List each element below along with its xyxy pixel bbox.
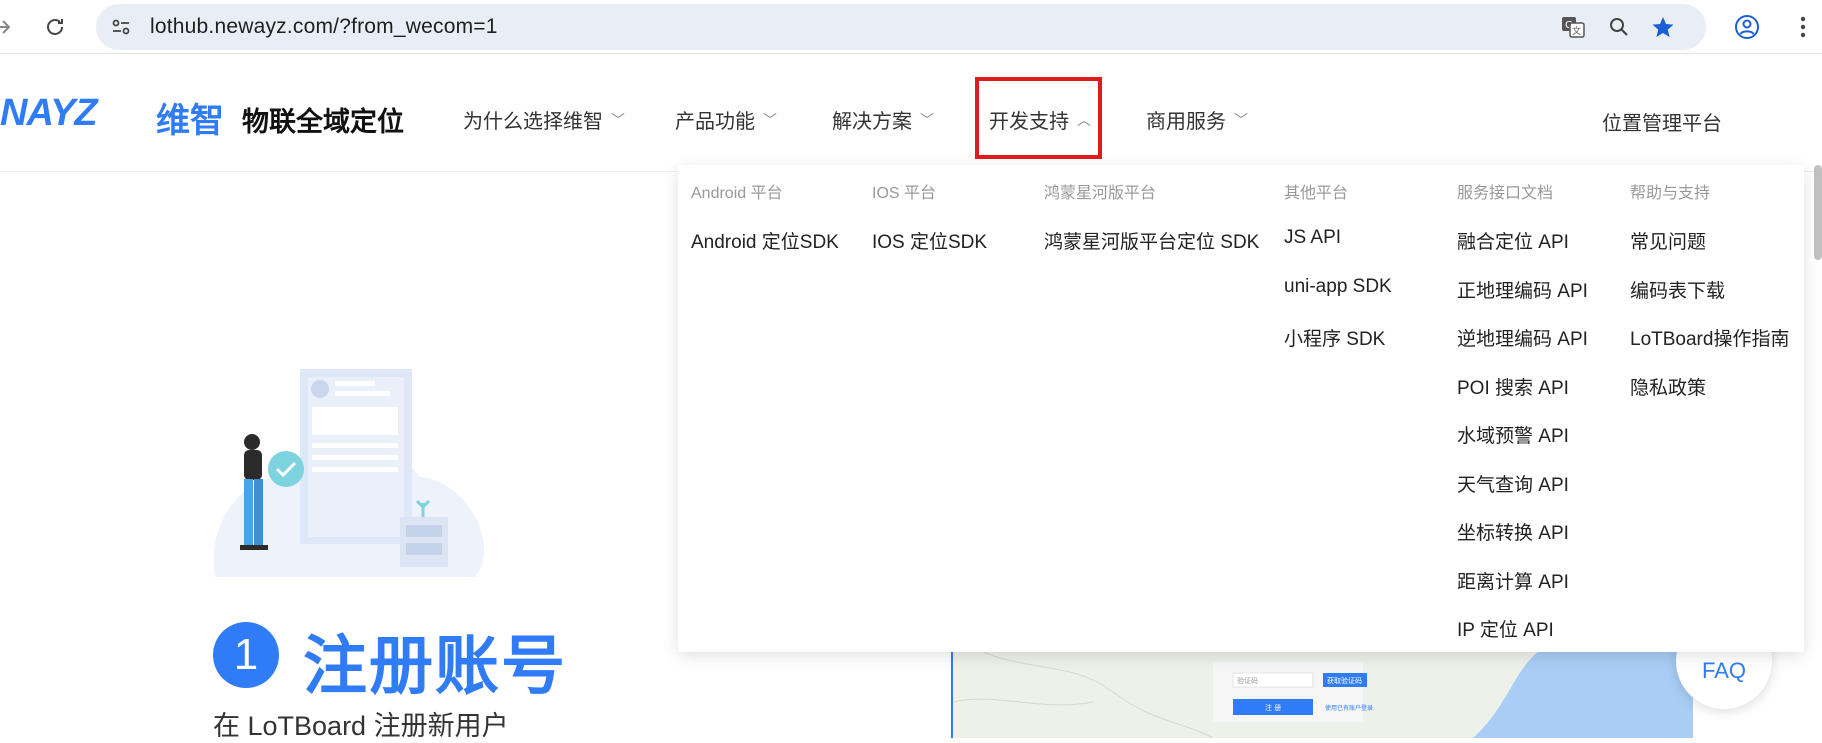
nav-label: 为什么选择维智	[463, 111, 603, 133]
address-bar[interactable]: lothub.newayz.com/?from_wecom=1 G文	[96, 4, 1706, 50]
menu-item-water-warning-api[interactable]: 水域预警 API	[1457, 421, 1588, 447]
dropdown-column-ios: IOS 平台 IOS 定位SDK	[872, 179, 987, 253]
site-settings-icon[interactable]	[106, 12, 136, 42]
map-login-link: 使用已有账户登录	[1325, 704, 1373, 712]
chevron-down-icon: ﹀	[920, 111, 934, 128]
nav-why-choose[interactable]: 为什么选择维智 ﹀	[463, 105, 625, 134]
dropdown-column-android: Android 平台 Android 定位SDK	[691, 179, 839, 253]
nav-solutions[interactable]: 解决方案 ﹀	[832, 105, 934, 134]
faq-label: FAQ	[1701, 658, 1746, 683]
menu-item-ios-sdk[interactable]: IOS 定位SDK	[872, 227, 987, 253]
column-header: 帮助与支持	[1630, 185, 1711, 202]
logo-latin[interactable]: NAYZ	[0, 92, 98, 135]
menu-item-distance-api[interactable]: 距离计算 API	[1457, 567, 1588, 593]
column-header: 鸿蒙星河版平台	[1044, 185, 1157, 202]
site-header: NAYZ 维智 物联全域定位 为什么选择维智 ﹀ 产品功能 ﹀ 解决方案 ﹀ 开…	[0, 55, 1822, 172]
menu-item-uniapp-sdk[interactable]: uni-app SDK	[1284, 276, 1392, 302]
menu-item-fusion-location-api[interactable]: 融合定位 API	[1457, 227, 1588, 253]
reload-icon[interactable]	[38, 10, 72, 44]
url-text[interactable]: lothub.newayz.com/?from_wecom=1	[150, 15, 498, 39]
browser-toolbar: lothub.newayz.com/?from_wecom=1 G文	[0, 0, 1822, 54]
column-header: 服务接口文档	[1457, 185, 1554, 202]
map-preview-image: 验证码 获取验证码 注 册 使用已有账户登录	[951, 642, 1693, 738]
nav-commercial-services[interactable]: 商用服务 ﹀	[1146, 105, 1248, 134]
menu-item-privacy-policy[interactable]: 隐私政策	[1630, 373, 1789, 399]
logo-slogan: 物联全域定位	[242, 107, 404, 137]
menu-item-ip-location-api[interactable]: IP 定位 API	[1457, 615, 1588, 641]
map-register-button: 注 册	[1265, 703, 1281, 712]
menu-item-poi-search-api[interactable]: POI 搜索 API	[1457, 373, 1588, 399]
column-header: IOS 平台	[872, 185, 937, 202]
menu-item-lotboard-guide[interactable]: LoTBoard操作指南	[1630, 324, 1789, 350]
menu-item-harmony-sdk[interactable]: 鸿蒙星河版平台定位 SDK	[1044, 227, 1259, 253]
column-header: Android 平台	[691, 185, 783, 202]
forward-arrow-icon[interactable]	[0, 10, 20, 44]
menu-item-geocoding-api[interactable]: 正地理编码 API	[1457, 276, 1588, 302]
nav-product-features[interactable]: 产品功能 ﹀	[675, 105, 777, 134]
profile-icon[interactable]	[1730, 10, 1764, 44]
dev-support-dropdown: Android 平台 Android 定位SDK IOS 平台 IOS 定位SD…	[678, 165, 1804, 652]
dropdown-column-help: 帮助与支持 常见问题 编码表下载 LoTBoard操作指南 隐私政策	[1630, 179, 1789, 399]
translate-icon[interactable]: G文	[1558, 12, 1588, 42]
menu-item-coord-convert-api[interactable]: 坐标转换 API	[1457, 518, 1588, 544]
dropdown-column-harmony: 鸿蒙星河版平台 鸿蒙星河版平台定位 SDK	[1044, 179, 1259, 253]
column-header: 其他平台	[1284, 185, 1349, 202]
more-menu-icon[interactable]	[1786, 10, 1820, 44]
menu-item-miniprogram-sdk[interactable]: 小程序 SDK	[1284, 324, 1392, 350]
chevron-down-icon: ﹀	[763, 111, 777, 128]
register-illustration	[213, 369, 484, 577]
highlight-annotation-box	[975, 77, 1102, 159]
map-code-placeholder: 验证码	[1237, 676, 1258, 685]
nav-label: 产品功能	[675, 111, 755, 133]
logo-cn[interactable]: 维智	[156, 93, 224, 142]
nav-label: 解决方案	[832, 111, 912, 133]
chevron-down-icon: ﹀	[1234, 111, 1248, 128]
menu-item-code-table-download[interactable]: 编码表下载	[1630, 276, 1789, 302]
step-subtitle: 在 LoTBoard 注册新用户	[213, 711, 509, 741]
svg-text:文: 文	[1572, 25, 1581, 37]
page-scrollbar[interactable]	[1814, 165, 1822, 260]
menu-item-faq[interactable]: 常见问题	[1630, 227, 1789, 253]
step-title: 注册账号	[303, 630, 567, 702]
dropdown-column-other: 其他平台 JS API uni-app SDK 小程序 SDK	[1284, 179, 1392, 350]
map-get-code-button: 获取验证码	[1327, 676, 1362, 685]
nav-label: 商用服务	[1146, 111, 1226, 133]
dropdown-column-api-docs: 服务接口文档 融合定位 API 正地理编码 API 逆地理编码 API POI …	[1457, 179, 1588, 641]
nav-location-platform[interactable]: 位置管理平台	[1602, 107, 1722, 136]
zoom-icon[interactable]	[1604, 12, 1634, 42]
step-number-badge: 1	[213, 622, 279, 688]
chevron-down-icon: ﹀	[611, 111, 625, 128]
menu-item-js-api[interactable]: JS API	[1284, 227, 1392, 253]
menu-item-weather-api[interactable]: 天气查询 API	[1457, 470, 1588, 496]
menu-item-android-sdk[interactable]: Android 定位SDK	[691, 227, 839, 253]
bookmark-star-icon[interactable]	[1648, 12, 1678, 42]
menu-item-reverse-geocoding-api[interactable]: 逆地理编码 API	[1457, 324, 1588, 350]
